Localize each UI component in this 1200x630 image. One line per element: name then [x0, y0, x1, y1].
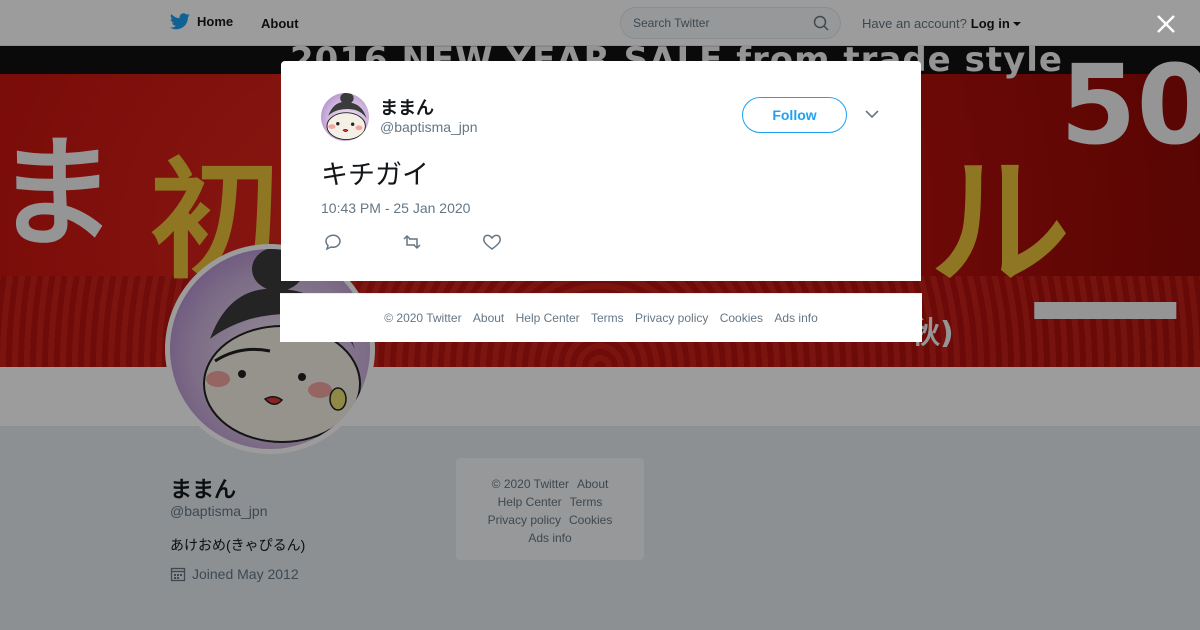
footer-link-help[interactable]: Help Center: [516, 311, 580, 325]
tweet-author-avatar[interactable]: [321, 93, 369, 141]
modal-footer: © 2020 Twitter About Help Center Terms P…: [280, 293, 922, 342]
footer-link-terms[interactable]: Terms: [591, 311, 624, 325]
follow-button[interactable]: Follow: [742, 97, 847, 133]
footer-copyright: © 2020 Twitter: [384, 311, 462, 325]
reply-icon[interactable]: [323, 233, 343, 251]
tweet-timestamp[interactable]: 10:43 PM - 25 Jan 2020: [321, 200, 470, 216]
footer-link-cookies[interactable]: Cookies: [720, 311, 763, 325]
close-icon[interactable]: [1156, 14, 1176, 34]
retweet-icon[interactable]: [402, 233, 422, 251]
footer-link-ads[interactable]: Ads info: [774, 311, 817, 325]
chevron-down-icon[interactable]: [865, 109, 879, 119]
like-icon[interactable]: [482, 233, 502, 251]
footer-link-about[interactable]: About: [473, 311, 504, 325]
avatar-face-icon: [326, 93, 367, 141]
tweet-author-name[interactable]: ままん: [380, 94, 434, 120]
tweet-text: キチガイ: [321, 160, 429, 191]
tweet-modal: ままん @baptisma_jpn Follow キチガイ 10:43 PM -…: [281, 61, 921, 281]
tweet-author-handle[interactable]: @baptisma_jpn: [380, 119, 478, 135]
footer-link-privacy[interactable]: Privacy policy: [635, 311, 708, 325]
